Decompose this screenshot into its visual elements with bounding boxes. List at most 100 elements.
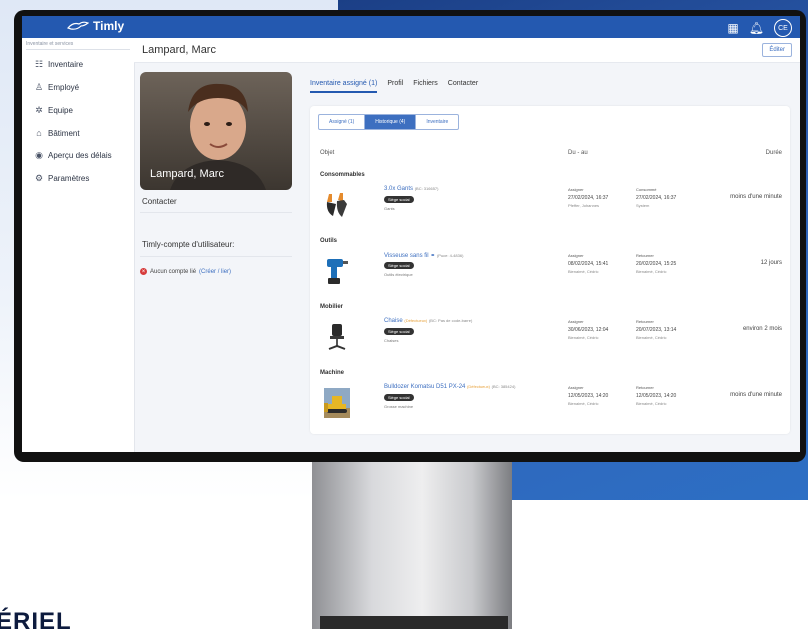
sidebar-item-label: Aperçu des délais (48, 151, 112, 160)
item-name-link[interactable]: Visseuse sans fil ⚭ (Puce: 4-4836) (384, 252, 463, 259)
event-date: 20/02/2024, 15:25 (636, 261, 677, 267)
event-start: Assigner 12/05/2023, 14:20 Bienaimé, Cédri… (568, 384, 608, 408)
duration: moins d'une minute (730, 392, 782, 398)
table-row[interactable]: 3.0x Gants (BC: 316657) Siège social Gan… (310, 186, 790, 232)
event-start: Assigner 30/06/2023, 12:04 Bienaimé, Cédri… (568, 318, 608, 342)
sidebar-item-label: Equipe (48, 106, 73, 115)
no-account-status: × Aucun compte lié (Créer / lier) (140, 268, 231, 275)
tab-inventaire-assigne[interactable]: Inventaire assigné (1) (310, 80, 378, 93)
table-row[interactable]: Bulldozer Komatsu D51 PX-24 (Défectueux)… (310, 384, 790, 430)
marketing-heading: ÉRIEL (0, 608, 72, 635)
sidebar-item-label: Paramètres (48, 174, 90, 183)
sidebar-item-batiment[interactable]: ⌂ Bâtiment (22, 122, 134, 144)
page-header: Lampard, Marc Éditer (134, 38, 800, 63)
subtab-group: Assigné (1) Historique (4) Inventaire (318, 114, 460, 130)
item-name-link[interactable]: Chaise (Défectueux) (BC: Pas de code-bar… (384, 318, 472, 324)
app-screen: Timly ▦ 🔔︎ CE Inventaire et services ☷ In… (22, 16, 800, 452)
event-title: Assigner (568, 319, 584, 324)
tab-contacter[interactable]: Contacter (448, 80, 478, 93)
event-user: Bienaimé, Cédric (568, 401, 599, 406)
item-name-link[interactable]: Bulldozer Komatsu D51 PX-24 (Défectueux)… (384, 384, 515, 390)
event-user: Pfeffer, Johannes (568, 203, 600, 208)
tab-fichiers[interactable]: Fichiers (413, 80, 438, 93)
category-label: Outils (320, 238, 338, 244)
column-header-duration: Durée (765, 150, 782, 156)
edit-button[interactable]: Éditer (762, 43, 792, 57)
subtab-historique[interactable]: Historique (4) (365, 115, 417, 129)
table-row[interactable]: Chaise (Défectueux) (BC: Pas de code-bar… (310, 318, 790, 364)
event-date: 12/05/2023, 14:20 (568, 393, 609, 399)
monitor-stand (312, 462, 512, 629)
category-label: Machine (320, 370, 345, 376)
app-logo[interactable]: Timly (67, 19, 124, 33)
table-row[interactable]: Visseuse sans fil ⚭ (Puce: 4-4836) Siège… (310, 252, 790, 298)
sidebar: Inventaire et services ☷ Inventaire ♙ Empl… (22, 38, 135, 452)
profile-photo: Lampard, Marc (140, 72, 292, 190)
divider (140, 256, 292, 257)
event-user: Bienaimé, Cédric (636, 269, 667, 274)
item-name-link[interactable]: 3.0x Gants (BC: 316657) (384, 186, 438, 192)
logo-text: Timly (93, 19, 125, 33)
sidebar-item-inventaire[interactable]: ☷ Inventaire (22, 53, 134, 76)
top-bar: Timly ▦ 🔔︎ CE (22, 16, 800, 38)
event-title: Retourner (636, 385, 654, 390)
contact-label[interactable]: Contacter (142, 197, 177, 206)
chair-icon (328, 324, 346, 350)
item-name[interactable]: 3.0x Gants (384, 186, 413, 192)
event-date: 27/02/2024, 16:37 (636, 195, 677, 201)
event-user: System (636, 203, 650, 208)
category-label: Consommables (320, 172, 365, 178)
item-name[interactable]: Chaise (384, 318, 403, 324)
event-user: Bienaimé, Cédric (568, 269, 599, 274)
drill-icon (327, 259, 348, 284)
item-name[interactable]: Visseuse sans fil ⚭ (384, 253, 435, 259)
item-category: Outils électrique (384, 272, 413, 277)
item-category: Grosse machine (384, 404, 414, 409)
monitor-stand-base (320, 616, 508, 629)
tab-profil[interactable]: Profil (387, 80, 403, 93)
column-header-object: Objet (320, 150, 335, 156)
history-panel: Assigné (1) Historique (4) Inventaire Ob… (310, 106, 790, 434)
subtab-inventaire[interactable]: Inventaire (416, 115, 458, 129)
photo-caption: Lampard, Marc (150, 168, 224, 180)
error-icon: × (140, 268, 147, 275)
top-bar-actions: ▦ 🔔︎ CE (727, 19, 792, 37)
divider (140, 212, 292, 213)
defect-label: (Défectueux) (404, 318, 428, 323)
logo-icon (67, 21, 89, 30)
sidebar-item-label: Bâtiment (48, 128, 80, 138)
event-end: Consommé 27/02/2024, 16:37 System (636, 186, 676, 210)
sidebar-item-parametres[interactable]: ⚙ Paramètres (22, 167, 134, 190)
subtab-assigne[interactable]: Assigné (1) (319, 115, 366, 129)
sidebar-item-apercu[interactable]: ◉ Aperçu des délais (22, 144, 134, 167)
item-name[interactable]: Bulldozer Komatsu D51 PX-24 (384, 384, 465, 390)
sidebar-item-equipe[interactable]: ✲ Equipe (22, 99, 134, 122)
user-avatar[interactable]: CE (774, 19, 792, 37)
event-title: Assigner (568, 253, 584, 258)
event-date: 20/07/2023, 13:14 (636, 327, 677, 333)
duration: moins d'une minute (730, 194, 782, 200)
defect-label: (Défectueux) (467, 384, 490, 389)
column-header-period: Du - au (568, 150, 588, 156)
event-title: Assigner (568, 385, 584, 390)
event-start: Assigner 08/02/2024, 15:41 Bienaimé, Cédri… (568, 252, 608, 276)
sidebar-item-label: Inventaire (48, 60, 84, 69)
gloves-icon (326, 193, 347, 217)
sidebar-item-label: Employé (48, 83, 80, 92)
event-end: Retourner 20/02/2024, 15:25 Bienaimé, Cédr… (636, 252, 676, 276)
no-account-text: Aucun compte lié (150, 268, 197, 275)
sidebar-item-employe[interactable]: ♙ Employé (22, 76, 134, 99)
bell-icon[interactable]: 🔔︎ (749, 21, 764, 35)
qr-scan-icon[interactable]: ▦ (727, 21, 738, 35)
event-date: 12/05/2023, 14:20 (636, 393, 677, 399)
location-badge: Siège social (384, 262, 414, 269)
event-date: 27/02/2024, 16:37 (568, 195, 609, 201)
sidebar-search[interactable]: Inventaire et services (26, 41, 130, 50)
account-label: Timly-compte d'utilisateur: (142, 240, 235, 249)
create-link-account-link[interactable]: (Créer / lier) (199, 269, 231, 275)
item-category: Chaises (384, 338, 399, 343)
duration: 12 jours (760, 260, 782, 266)
category-label: Mobilier (320, 304, 344, 310)
event-user: Bienaimé, Cédric (636, 401, 667, 406)
inventory-icon: ☷ (34, 59, 44, 69)
